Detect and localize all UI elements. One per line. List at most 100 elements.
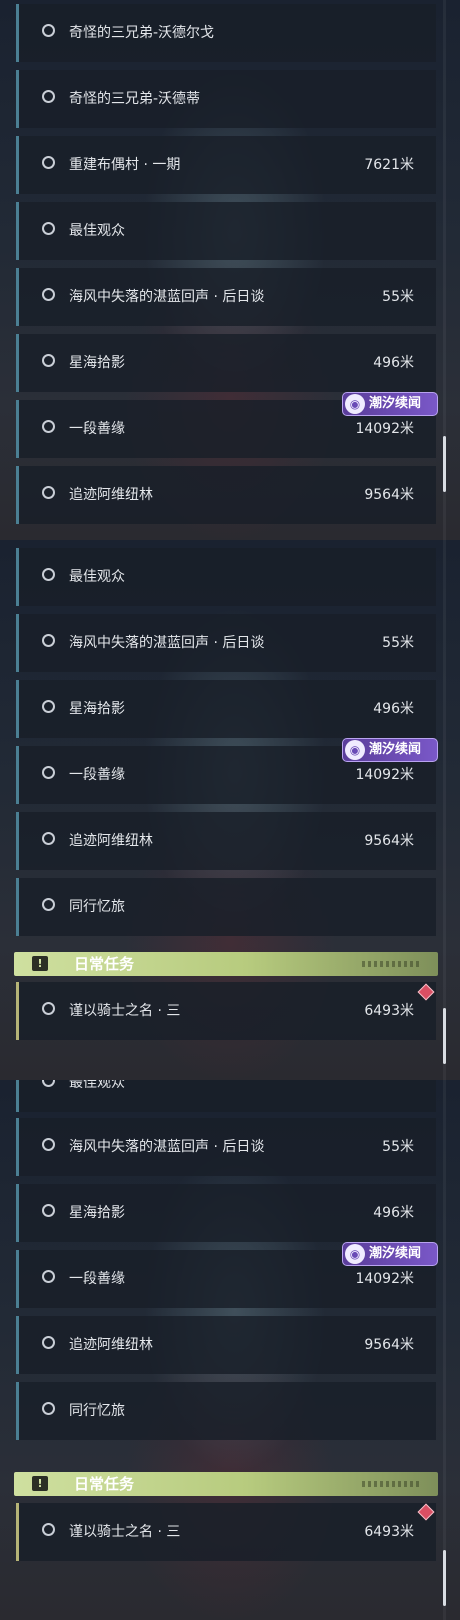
header-decoration (362, 1481, 422, 1487)
quest-title: 海风中失落的湛蓝回声 · 后日谈 (69, 635, 265, 651)
quest-item[interactable]: 谨以骑士之名 · 三 6493米 (16, 1503, 436, 1561)
scrollbar-thumb[interactable] (443, 1550, 446, 1606)
quest-distance: 9564米 (364, 833, 414, 849)
scrollbar-track[interactable] (443, 1080, 446, 1620)
daily-tasks-title: 日常任务 (74, 955, 135, 973)
quest-title: 同行忆旅 (69, 1403, 125, 1419)
quest-title: 谨以骑士之名 · 三 (69, 1524, 181, 1540)
quest-item[interactable]: 奇怪的三兄弟-沃德尔戈 (16, 4, 436, 62)
radio-icon[interactable] (42, 486, 55, 499)
quest-list-panel: 奇怪的三兄弟-沃德尔戈 奇怪的三兄弟-沃德蒂 重建布偶村 · 一期 7621米 … (0, 0, 460, 540)
quest-item[interactable]: 海风中失落的湛蓝回声 · 后日谈 55米 (16, 1118, 436, 1176)
quest-title: 一段善缘 (69, 1271, 125, 1287)
quest-title: 奇怪的三兄弟-沃德蒂 (69, 91, 201, 107)
quest-title: 追迹阿维纽林 (69, 833, 153, 849)
quest-item[interactable]: 最佳观众 (16, 202, 436, 260)
tide-sequel-badge: ◉ 潮汐续闻 (342, 1242, 438, 1266)
quest-title: 追迹阿维纽林 (69, 1337, 153, 1353)
radio-icon[interactable] (42, 90, 55, 103)
badge-label: 潮汐续闻 (369, 396, 422, 411)
quest-title: 最佳观众 (69, 223, 125, 239)
quest-item[interactable]: 奇怪的三兄弟-沃德蒂 (16, 70, 436, 128)
quest-distance: 496米 (373, 355, 414, 371)
quest-item[interactable]: 同行忆旅 (16, 1382, 436, 1440)
quest-title: 星海拾影 (69, 701, 125, 717)
quest-distance: 55米 (382, 289, 414, 305)
quest-list-panel: 最佳观众 海风中失落的湛蓝回声 · 后日谈 55米 星海拾影 496米 一段善缘… (0, 1080, 460, 1620)
quest-item[interactable]: 星海拾影 496米 (16, 680, 436, 738)
quest-distance: 7621米 (364, 157, 414, 173)
quest-item[interactable]: 追迹阿维纽林 9564米 (16, 466, 436, 524)
tide-sequel-badge: ◉ 潮汐续闻 (342, 738, 438, 762)
quest-title: 海风中失落的湛蓝回声 · 后日谈 (69, 289, 265, 305)
exclamation-icon: ! (32, 1476, 48, 1491)
quest-title: 最佳观众 (69, 1080, 125, 1091)
quest-title: 同行忆旅 (69, 899, 125, 915)
radio-icon[interactable] (42, 354, 55, 367)
badge-label: 潮汐续闻 (369, 742, 422, 757)
tide-sequel-badge: ◉ 潮汐续闻 (342, 392, 438, 416)
radio-icon[interactable] (42, 420, 55, 433)
radio-icon[interactable] (42, 568, 55, 581)
radio-icon[interactable] (42, 1523, 55, 1536)
quest-distance: 55米 (382, 635, 414, 651)
quest-title: 星海拾影 (69, 355, 125, 371)
quest-title: 一段善缘 (69, 421, 125, 437)
radio-icon[interactable] (42, 1402, 55, 1415)
radio-icon[interactable] (42, 1002, 55, 1015)
radio-icon[interactable] (42, 1270, 55, 1283)
radio-icon[interactable] (42, 156, 55, 169)
quest-item[interactable]: 星海拾影 496米 (16, 1184, 436, 1242)
tide-swirl-icon: ◉ (345, 394, 365, 414)
quest-title: 最佳观众 (69, 569, 125, 585)
badge-label: 潮汐续闻 (369, 1246, 422, 1261)
radio-icon[interactable] (42, 898, 55, 911)
quest-title: 谨以骑士之名 · 三 (69, 1003, 181, 1019)
quest-item[interactable]: 谨以骑士之名 · 三 6493米 (16, 982, 436, 1040)
radio-icon[interactable] (42, 288, 55, 301)
header-decoration (362, 961, 422, 967)
quest-distance: 496米 (373, 1205, 414, 1221)
quest-item[interactable]: 星海拾影 496米 (16, 334, 436, 392)
radio-icon[interactable] (42, 1138, 55, 1151)
tide-swirl-icon: ◉ (345, 1244, 365, 1264)
quest-title: 奇怪的三兄弟-沃德尔戈 (69, 25, 215, 41)
quest-item[interactable]: 追迹阿维纽林 9564米 (16, 1316, 436, 1374)
scrollbar-thumb[interactable] (443, 1008, 446, 1064)
scrollbar-thumb[interactable] (443, 436, 446, 492)
quest-title: 重建布偶村 · 一期 (69, 157, 181, 173)
radio-icon[interactable] (42, 1336, 55, 1349)
daily-tasks-header[interactable]: ! 日常任务 (14, 952, 438, 976)
quest-title: 一段善缘 (69, 767, 125, 783)
quest-item[interactable]: 同行忆旅 (16, 878, 436, 936)
quest-title: 海风中失落的湛蓝回声 · 后日谈 (69, 1139, 265, 1155)
tide-swirl-icon: ◉ (345, 740, 365, 760)
quest-item[interactable]: 最佳观众 (16, 1080, 436, 1112)
quest-item[interactable]: 海风中失落的湛蓝回声 · 后日谈 55米 (16, 268, 436, 326)
radio-icon[interactable] (42, 700, 55, 713)
daily-tasks-header[interactable]: ! 日常任务 (14, 1472, 438, 1496)
quest-item[interactable]: 海风中失落的湛蓝回声 · 后日谈 55米 (16, 614, 436, 672)
exclamation-icon: ! (32, 956, 48, 971)
quest-distance: 9564米 (364, 1337, 414, 1353)
quest-distance: 496米 (373, 701, 414, 717)
quest-item[interactable]: 追迹阿维纽林 9564米 (16, 812, 436, 870)
radio-icon[interactable] (42, 766, 55, 779)
quest-item[interactable]: 最佳观众 (16, 548, 436, 606)
radio-icon[interactable] (42, 1080, 55, 1087)
radio-icon[interactable] (42, 1204, 55, 1217)
quest-distance: 9564米 (364, 487, 414, 503)
daily-tasks-title: 日常任务 (74, 1475, 135, 1493)
scrollbar-track[interactable] (443, 540, 446, 1080)
quest-title: 追迹阿维纽林 (69, 487, 153, 503)
quest-list-panel: 最佳观众 海风中失落的湛蓝回声 · 后日谈 55米 星海拾影 496米 一段善缘… (0, 540, 460, 1080)
quest-title: 星海拾影 (69, 1205, 125, 1221)
radio-icon[interactable] (42, 24, 55, 37)
quest-distance: 6493米 (364, 1524, 414, 1540)
radio-icon[interactable] (42, 832, 55, 845)
quest-distance: 6493米 (364, 1003, 414, 1019)
quest-item[interactable]: 重建布偶村 · 一期 7621米 (16, 136, 436, 194)
quest-distance: 55米 (382, 1139, 414, 1155)
radio-icon[interactable] (42, 222, 55, 235)
radio-icon[interactable] (42, 634, 55, 647)
